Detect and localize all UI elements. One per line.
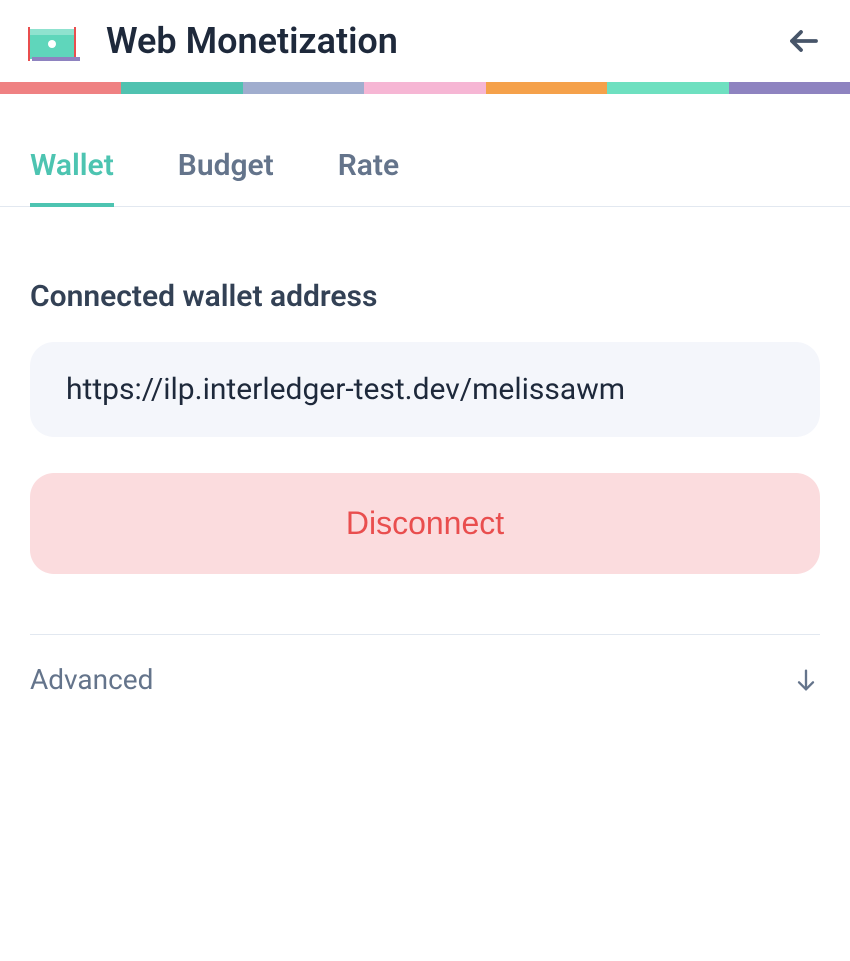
arrow-down-icon [792,666,820,694]
page-title: Web Monetization [106,20,762,62]
tab-wallet[interactable]: Wallet [30,148,114,207]
header: Web Monetization [0,0,850,82]
tabs: Wallet Budget Rate [0,148,850,207]
back-arrow-icon[interactable] [786,23,822,59]
tab-rate[interactable]: Rate [338,148,399,207]
advanced-label: Advanced [30,663,153,696]
rainbow-stripe [0,82,850,94]
content: Connected wallet address https://ilp.int… [0,207,850,696]
wallet-address-label: Connected wallet address [30,279,820,314]
disconnect-button[interactable]: Disconnect [30,473,820,574]
advanced-section[interactable]: Advanced [30,634,820,696]
tab-budget[interactable]: Budget [178,148,274,207]
wallet-address-field: https://ilp.interledger-test.dev/melissa… [30,342,820,437]
wallet-logo-icon [28,21,82,61]
